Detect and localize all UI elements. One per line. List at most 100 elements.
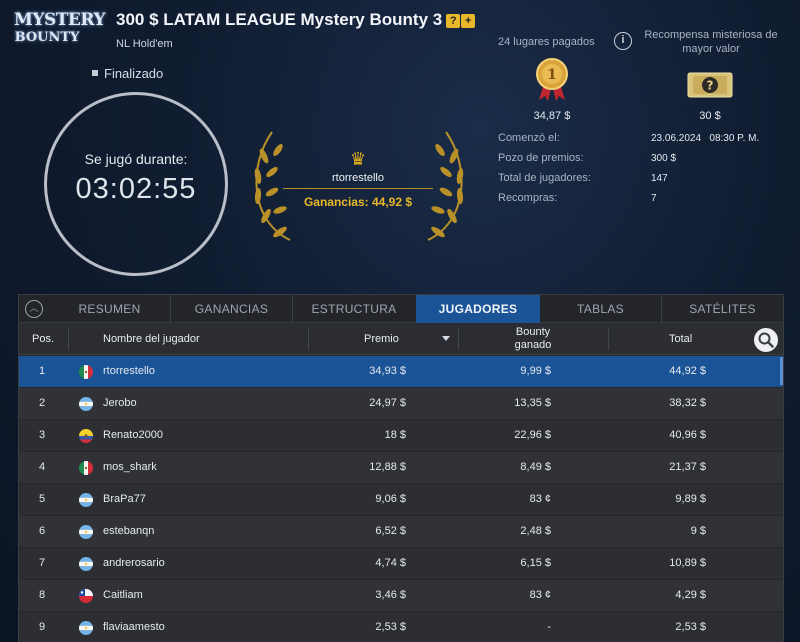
flag-ar-icon bbox=[79, 621, 93, 635]
tab-tablas[interactable]: TABLAS bbox=[540, 295, 662, 323]
tournament-details-panel: ︿ RESUMEN GANANCIAS ESTRUCTURA JUGADORES… bbox=[18, 294, 784, 642]
col-player-name[interactable]: Nombre del jugador bbox=[103, 323, 200, 355]
tab-jugadores[interactable]: JUGADORES bbox=[416, 295, 540, 323]
row-position: 1 bbox=[39, 365, 46, 377]
stat-value: 7 bbox=[651, 193, 657, 204]
flag-ar-icon bbox=[79, 525, 93, 539]
row-bounty: 83 ¢ bbox=[529, 493, 551, 505]
tab-ganancias[interactable]: GANANCIAS bbox=[171, 295, 293, 323]
flag-mx-icon bbox=[79, 365, 93, 379]
winner-divider bbox=[283, 188, 433, 189]
mystery-reward-label: Recompensa misteriosa de mayor valor bbox=[644, 29, 778, 55]
first-place-prize: 34,87 $ bbox=[533, 110, 571, 122]
row-player-name: Renato2000 bbox=[103, 429, 163, 441]
tab-estructura[interactable]: ESTRUCTURA bbox=[293, 295, 415, 323]
row-bounty: 6,15 $ bbox=[520, 557, 551, 569]
table-row[interactable]: 9 flaviaamesto 2,53 $ - 2,53 $ bbox=[19, 612, 783, 642]
search-button[interactable] bbox=[754, 328, 778, 352]
mystery-bounty-logo: MYSTERY BOUNTY bbox=[14, 10, 106, 46]
row-total: 44,92 $ bbox=[669, 365, 706, 377]
winner-earnings: Ganancias: 44,92 $ bbox=[303, 195, 413, 209]
row-prize: 9,06 $ bbox=[375, 493, 406, 505]
row-player-name: flaviaamesto bbox=[103, 621, 165, 633]
duration-clock: Se jugó durante: 03:02:55 bbox=[44, 92, 228, 276]
row-position: 5 bbox=[39, 493, 46, 505]
stat-total-players: Total de jugadores: 147 bbox=[498, 172, 788, 192]
tournament-header: MYSTERY BOUNTY 300 $ LATAM LEAGUE Myster… bbox=[0, 0, 800, 292]
stat-label: Total de jugadores: bbox=[498, 172, 591, 184]
flag-ec-icon bbox=[79, 429, 93, 443]
row-prize: 6,52 $ bbox=[375, 525, 406, 537]
col-pos[interactable]: Pos. bbox=[32, 323, 54, 355]
places-paid: 24 lugares pagados bbox=[498, 36, 595, 48]
row-total: 9,89 $ bbox=[675, 493, 706, 505]
stat-label: Pozo de premios: bbox=[498, 152, 584, 164]
row-prize: 18 $ bbox=[384, 429, 406, 441]
row-player-name: andrerosario bbox=[103, 557, 165, 569]
row-prize: 12,88 $ bbox=[369, 461, 406, 473]
stat-value: 147 bbox=[651, 173, 668, 184]
stat-label: Recompras: bbox=[498, 192, 558, 204]
players-table-header: Pos. Nombre del jugador Premio Bounty ga… bbox=[19, 323, 783, 355]
status-text: Finalizado bbox=[104, 66, 164, 81]
row-total: 4,29 $ bbox=[675, 589, 706, 601]
search-icon bbox=[758, 332, 774, 348]
tournament-title-text: 300 $ LATAM LEAGUE Mystery Bounty 3 bbox=[116, 10, 443, 29]
row-prize: 24,97 $ bbox=[369, 397, 406, 409]
table-row[interactable]: 1 rtorrestello 34,93 $ 9,99 $ 44,92 $ bbox=[19, 356, 783, 388]
col-prize[interactable]: Premio bbox=[364, 323, 399, 355]
row-position: 8 bbox=[39, 589, 46, 601]
row-bounty: 13,35 $ bbox=[514, 397, 551, 409]
players-table-body: 1 rtorrestello 34,93 $ 9,99 $ 44,92 $ 2 Jerobo… bbox=[19, 356, 783, 642]
table-row[interactable]: 3 Renato2000 18 $ 22,96 $ 40,96 $ bbox=[19, 420, 783, 452]
row-position: 9 bbox=[39, 621, 46, 633]
row-total: 40,96 $ bbox=[669, 429, 706, 441]
col-bounty[interactable]: Bounty ganado bbox=[489, 323, 577, 355]
gold-medal-icon: 1 bbox=[536, 58, 568, 101]
svg-text:1: 1 bbox=[547, 67, 557, 83]
status-indicator: Finalizado bbox=[92, 66, 163, 81]
table-row[interactable]: 4 mos_shark 12,88 $ 8,49 $ 21,37 $ bbox=[19, 452, 783, 484]
sort-desc-icon[interactable] bbox=[442, 336, 450, 341]
col-total[interactable]: Total bbox=[669, 323, 692, 355]
tab-satelites[interactable]: SATÉLITES bbox=[662, 295, 783, 323]
row-player-name: Jerobo bbox=[103, 397, 137, 409]
row-prize: 3,46 $ bbox=[375, 589, 406, 601]
svg-text:?: ? bbox=[707, 79, 714, 93]
flag-ar-icon bbox=[79, 493, 93, 507]
duration-label: Se jugó durante: bbox=[84, 151, 188, 167]
table-row[interactable]: 5 BraPa77 9,06 $ 83 ¢ 9,89 $ bbox=[19, 484, 783, 516]
row-player-name: rtorrestello bbox=[103, 365, 155, 377]
row-total: 38,32 $ bbox=[669, 397, 706, 409]
row-total: 2,53 $ bbox=[675, 621, 706, 633]
table-row[interactable]: 6 estebanqn 6,52 $ 2,48 $ 9 $ bbox=[19, 516, 783, 548]
row-prize: 4,74 $ bbox=[375, 557, 406, 569]
row-player-name: BraPa77 bbox=[103, 493, 146, 505]
row-player-name: Caitliam bbox=[103, 589, 143, 601]
row-total: 10,89 $ bbox=[669, 557, 706, 569]
row-bounty: - bbox=[547, 621, 551, 633]
stat-rebuys: Recompras: 7 bbox=[498, 192, 788, 212]
row-player-name: mos_shark bbox=[103, 461, 157, 473]
table-row[interactable]: 7 andrerosario 4,74 $ 6,15 $ 10,89 $ bbox=[19, 548, 783, 580]
row-position: 3 bbox=[39, 429, 46, 441]
stat-value: 300 $ bbox=[651, 153, 677, 164]
tournament-title: 300 $ LATAM LEAGUE Mystery Bounty 3? + bbox=[116, 10, 476, 30]
stat-value: 23.06.2024 08:30 P. M. bbox=[651, 133, 760, 144]
table-row[interactable]: 2 Jerobo 24,97 $ 13,35 $ 38,32 $ bbox=[19, 388, 783, 420]
table-row[interactable]: 8 Caitliam 3,46 $ 83 ¢ 4,29 $ bbox=[19, 580, 783, 612]
logo-line1: MYSTERY bbox=[14, 10, 106, 30]
row-player-name: estebanqn bbox=[103, 525, 155, 537]
crown-icon: ♛ bbox=[349, 149, 367, 169]
winner-name: rtorrestello bbox=[332, 172, 384, 184]
tab-resumen[interactable]: RESUMEN bbox=[49, 295, 171, 323]
collapse-chevron-icon[interactable]: ︿ bbox=[25, 300, 43, 318]
mystery-prize: 30 $ bbox=[699, 110, 721, 122]
logo-line2: BOUNTY bbox=[14, 30, 80, 45]
info-icon[interactable]: i bbox=[614, 32, 632, 50]
table-scrollbar[interactable] bbox=[780, 357, 783, 385]
column-divider bbox=[308, 328, 309, 350]
duration-time: 03:02:55 bbox=[75, 173, 197, 205]
col-bounty-line1: Bounty bbox=[515, 326, 551, 338]
tab-bar: ︿ RESUMEN GANANCIAS ESTRUCTURA JUGADORES… bbox=[19, 295, 783, 323]
